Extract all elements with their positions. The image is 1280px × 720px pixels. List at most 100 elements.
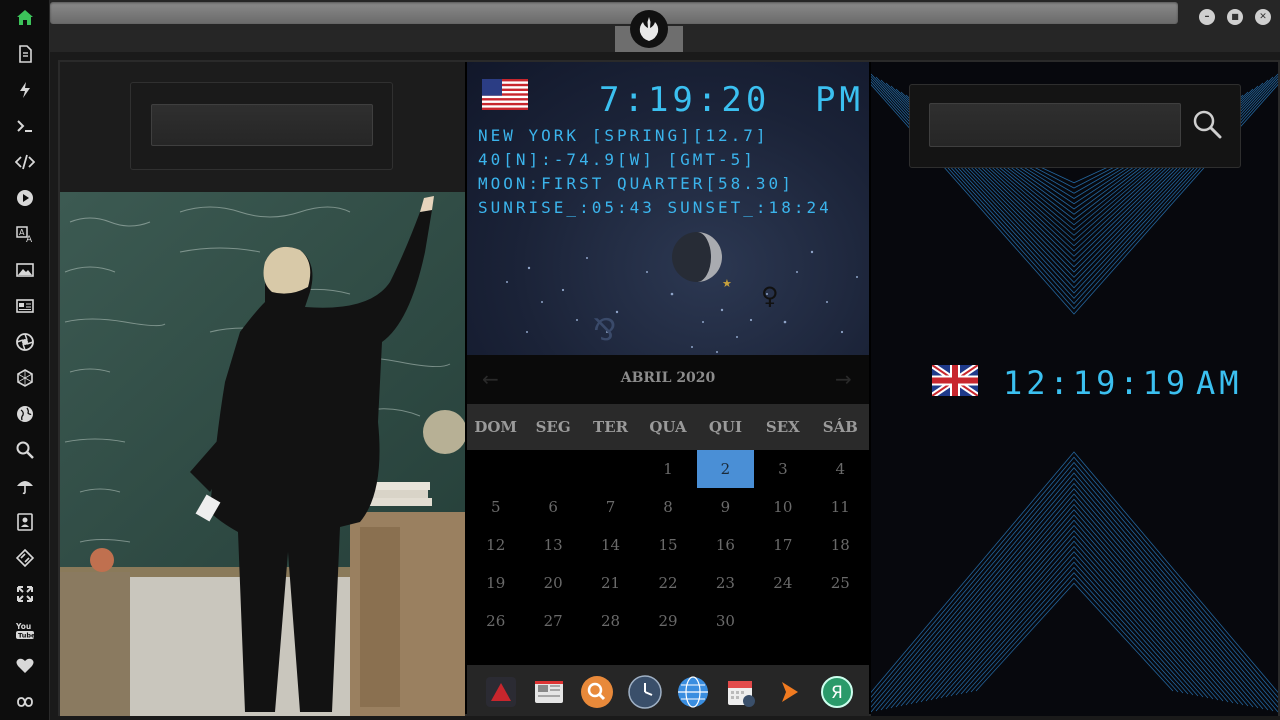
calendar-day[interactable]: 28 [582, 602, 639, 640]
sidebar-item-search[interactable] [13, 438, 37, 462]
calendar-day[interactable]: 19 [467, 564, 524, 602]
clock-app-icon [628, 675, 662, 709]
link-diamond-icon [15, 548, 35, 568]
sidebar-item-document[interactable] [13, 42, 37, 66]
svg-text:⅋: ⅋ [593, 313, 616, 348]
calendar-day[interactable]: 11 [812, 488, 869, 526]
weekday-label: QUI [708, 418, 742, 436]
sidebar-item-play[interactable] [13, 186, 37, 210]
calendar-day[interactable]: 20 [524, 564, 581, 602]
expand-icon [17, 586, 33, 602]
calendar-day[interactable]: 1 [639, 450, 696, 488]
sidebar-item-contact-card[interactable] [13, 510, 37, 534]
weekday-label: SEG [535, 418, 571, 436]
hexagon-icon [17, 369, 33, 387]
left-search-input[interactable] [151, 104, 373, 146]
sidebar-item-infinity-cloud[interactable] [13, 690, 37, 714]
sidebar-item-expand[interactable] [13, 582, 37, 606]
sidebar-item-umbrella[interactable] [13, 474, 37, 498]
calendar-day[interactable]: 24 [754, 564, 811, 602]
sidebar-item-hexagon[interactable] [13, 366, 37, 390]
calendar-day[interactable]: 22 [639, 564, 696, 602]
umbrella-icon [17, 481, 33, 495]
dock-red-triangle-app[interactable] [484, 675, 518, 709]
calendar-next-button[interactable]: → [835, 367, 852, 391]
calendar-day[interactable]: 17 [754, 526, 811, 564]
calendar-day[interactable]: 4 [812, 450, 869, 488]
yandex-app-icon: Я [821, 676, 853, 708]
sidebar-item-news[interactable] [13, 294, 37, 318]
maximize-button[interactable]: ■ [1227, 9, 1243, 25]
news-app-icon [535, 681, 563, 703]
globe-icon [17, 406, 33, 422]
calendar-empty-cell [467, 450, 524, 488]
calendar-today[interactable]: 2 [696, 450, 755, 488]
calendar-day[interactable]: 10 [754, 488, 811, 526]
document-icon [19, 45, 32, 63]
sidebar-item-heart[interactable] [13, 654, 37, 678]
sidebar-item-translate[interactable]: AA [13, 222, 37, 246]
dock-arrow-app[interactable] [772, 675, 806, 709]
dock-globe-app[interactable] [676, 675, 710, 709]
calendar-day[interactable]: 25 [812, 564, 869, 602]
new-york-ampm: PM [815, 80, 864, 120]
calendar-day[interactable]: 26 [467, 602, 524, 640]
weekday-label: DOM [474, 418, 518, 436]
calendar-day[interactable]: 8 [639, 488, 696, 526]
calendar-day[interactable]: 29 [639, 602, 696, 640]
dock-yandex-app[interactable]: Я [820, 675, 854, 709]
sidebar-item-aperture[interactable] [13, 330, 37, 354]
moon-phase: MOON:FIRST QUARTER[58.30] [478, 174, 794, 193]
search-icon [16, 441, 34, 459]
new-york-location: NEW YORK [SPRING][12.7] [478, 126, 769, 145]
calendar-day[interactable]: 13 [524, 526, 581, 564]
translate-icon: AA [16, 226, 33, 244]
sidebar-item-link-diamond[interactable] [13, 546, 37, 570]
calendar-day[interactable]: 30 [697, 602, 754, 640]
sidebar-item-youtube[interactable]: You Tube [13, 618, 37, 642]
svg-text:Я: Я [831, 683, 843, 703]
wallpaper-image [60, 192, 465, 716]
sidebar-item-globe[interactable] [13, 402, 37, 426]
minimize-button[interactable]: – [1199, 9, 1215, 25]
right-search-input[interactable] [929, 103, 1181, 147]
search-button[interactable] [1190, 107, 1224, 141]
close-button[interactable]: ✕ [1255, 9, 1271, 25]
rebel-alliance-logo[interactable] [630, 10, 668, 48]
calendar-day[interactable]: 5 [467, 488, 524, 526]
calendar-day[interactable]: 14 [582, 526, 639, 564]
sidebar-item-home[interactable] [13, 6, 37, 30]
calendar-day[interactable]: 16 [697, 526, 754, 564]
calendar-month-title: ABRIL 2020 [620, 370, 716, 386]
us-flag-icon [482, 79, 528, 110]
calendar-day[interactable]: 18 [812, 526, 869, 564]
calendar-day[interactable]: 23 [697, 564, 754, 602]
address-bar[interactable] [50, 2, 1178, 24]
dock-news-app[interactable] [532, 675, 566, 709]
minimize-icon: – [1204, 11, 1210, 22]
calendar: ← ABRIL 2020 → DOM SEG TER QUA QUI SEX SÁB 123… [467, 355, 869, 665]
sidebar-item-terminal[interactable] [13, 114, 37, 138]
sidebar-item-code[interactable] [13, 150, 37, 174]
calendar-empty-cell [582, 450, 639, 488]
calendar-day[interactable]: 3 [754, 450, 811, 488]
calendar-day[interactable]: 21 [582, 564, 639, 602]
close-icon: ✕ [1259, 11, 1267, 22]
dock-magnifier-app[interactable] [580, 675, 614, 709]
rebel-alliance-icon [639, 17, 659, 41]
moon-icon [672, 232, 722, 282]
sidebar-item-lightning[interactable] [13, 78, 37, 102]
calendar-day[interactable]: 9 [697, 488, 754, 526]
red-triangle-app-icon [486, 677, 516, 707]
calendar-day[interactable]: 15 [639, 526, 696, 564]
sidebar-item-image[interactable] [13, 258, 37, 282]
aperture-icon [16, 333, 34, 351]
dock-clock-app[interactable] [628, 675, 662, 709]
calendar-day[interactable]: 7 [582, 488, 639, 526]
calendar-header: ← ABRIL 2020 → [467, 355, 869, 404]
calendar-day[interactable]: 27 [524, 602, 581, 640]
dock-calendar-app[interactable] [724, 675, 758, 709]
svg-text:A: A [26, 235, 33, 244]
calendar-day[interactable]: 12 [467, 526, 524, 564]
calendar-day[interactable]: 6 [524, 488, 581, 526]
